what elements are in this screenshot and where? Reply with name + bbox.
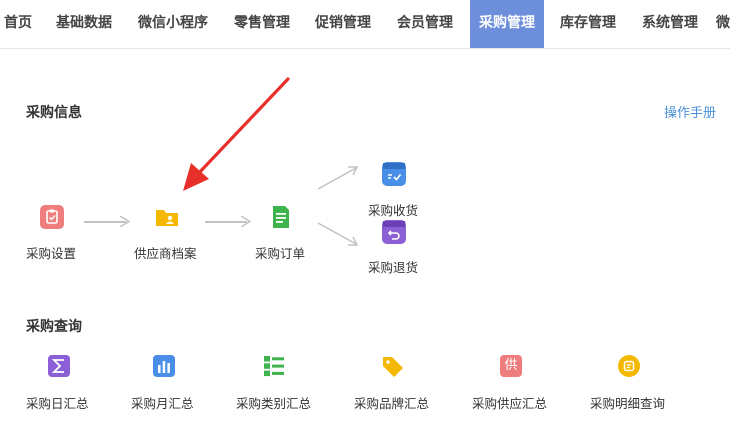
query-item-label: 采购日汇总: [26, 396, 89, 411]
query-item-label: 采购明细查询: [590, 396, 666, 411]
list-icon: [263, 355, 285, 377]
detail-icon: [618, 355, 640, 377]
bar-chart-icon: [153, 355, 175, 377]
supplier-icon: 供: [500, 355, 522, 377]
nav-item-inventory[interactable]: 库存管理: [552, 0, 624, 48]
query-item-label: 采购供应汇总: [472, 396, 548, 411]
flow-node-purchase-receive[interactable]: 采购收货: [368, 162, 428, 218]
query-item-label: 采购品牌汇总: [354, 396, 430, 411]
query-item-category-summary[interactable]: 采购类别汇总: [236, 355, 316, 411]
query-item-label: 采购类别汇总: [236, 396, 312, 411]
tag-icon: [381, 355, 403, 377]
folder-user-icon: [155, 205, 179, 229]
section-title-purchase-query: 采购查询: [26, 319, 82, 335]
sigma-icon: [48, 355, 70, 377]
nav-item-promotion[interactable]: 促销管理: [307, 0, 379, 48]
flow-node-label: 采购退货: [368, 260, 419, 275]
nav-item-home[interactable]: 首页: [0, 0, 36, 48]
flow-node-label: 供应商档案: [134, 246, 197, 261]
query-item-label: 采购月汇总: [131, 396, 194, 411]
nav-item-member[interactable]: 会员管理: [389, 0, 461, 48]
nav-item-purchase[interactable]: 采购管理: [470, 0, 544, 48]
settings-icon: [40, 205, 64, 229]
top-nav: 首页 基础数据 微信小程序 零售管理 促销管理 会员管理 采购管理 库存管理 系…: [0, 0, 730, 49]
document-icon: [269, 205, 293, 229]
flow-node-supplier-archive[interactable]: 供应商档案: [134, 205, 204, 265]
nav-item-overflow[interactable]: 微: [716, 0, 730, 48]
nav-item-retail[interactable]: 零售管理: [226, 0, 298, 48]
flow-node-label: 采购设置: [26, 246, 77, 261]
query-item-daily-summary[interactable]: 采购日汇总: [26, 355, 96, 411]
arrowhead-icon: [120, 216, 130, 227]
nav-item-base-data[interactable]: 基础数据: [48, 0, 120, 48]
box-return-icon: [382, 220, 406, 244]
section-title-purchase-info: 采购信息: [26, 105, 82, 121]
nav-item-wechat-mini[interactable]: 微信小程序: [130, 0, 216, 48]
annotation-arrow: [183, 77, 290, 191]
query-item-supplier-summary[interactable]: 供 采购供应汇总: [472, 355, 552, 411]
flow-branch-connector: [317, 166, 359, 246]
query-item-monthly-summary[interactable]: 采购月汇总: [131, 355, 201, 411]
arrowhead-icon: [241, 216, 251, 227]
manual-link[interactable]: 操作手册: [664, 102, 716, 121]
flow-node-purchase-return[interactable]: 采购退货: [368, 220, 428, 276]
nav-item-system[interactable]: 系统管理: [634, 0, 706, 48]
query-item-detail-query[interactable]: 采购明细查询: [590, 355, 670, 411]
flow-node-purchase-settings[interactable]: 采购设置: [26, 205, 86, 265]
flow-node-purchase-order[interactable]: 采购订单: [255, 205, 315, 265]
query-item-brand-summary[interactable]: 采购品牌汇总: [354, 355, 434, 411]
flow-node-label: 采购收货: [368, 203, 419, 218]
box-check-icon: [382, 162, 406, 186]
flow-node-label: 采购订单: [255, 246, 306, 261]
